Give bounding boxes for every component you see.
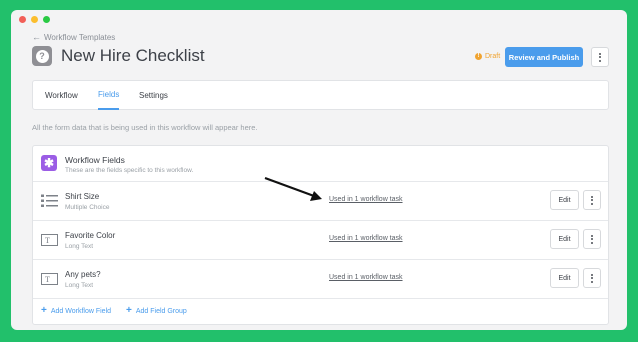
app-window: ← Workflow Templates ? New Hire Checklis…	[11, 10, 627, 330]
annotation-arrow-icon	[264, 176, 322, 201]
